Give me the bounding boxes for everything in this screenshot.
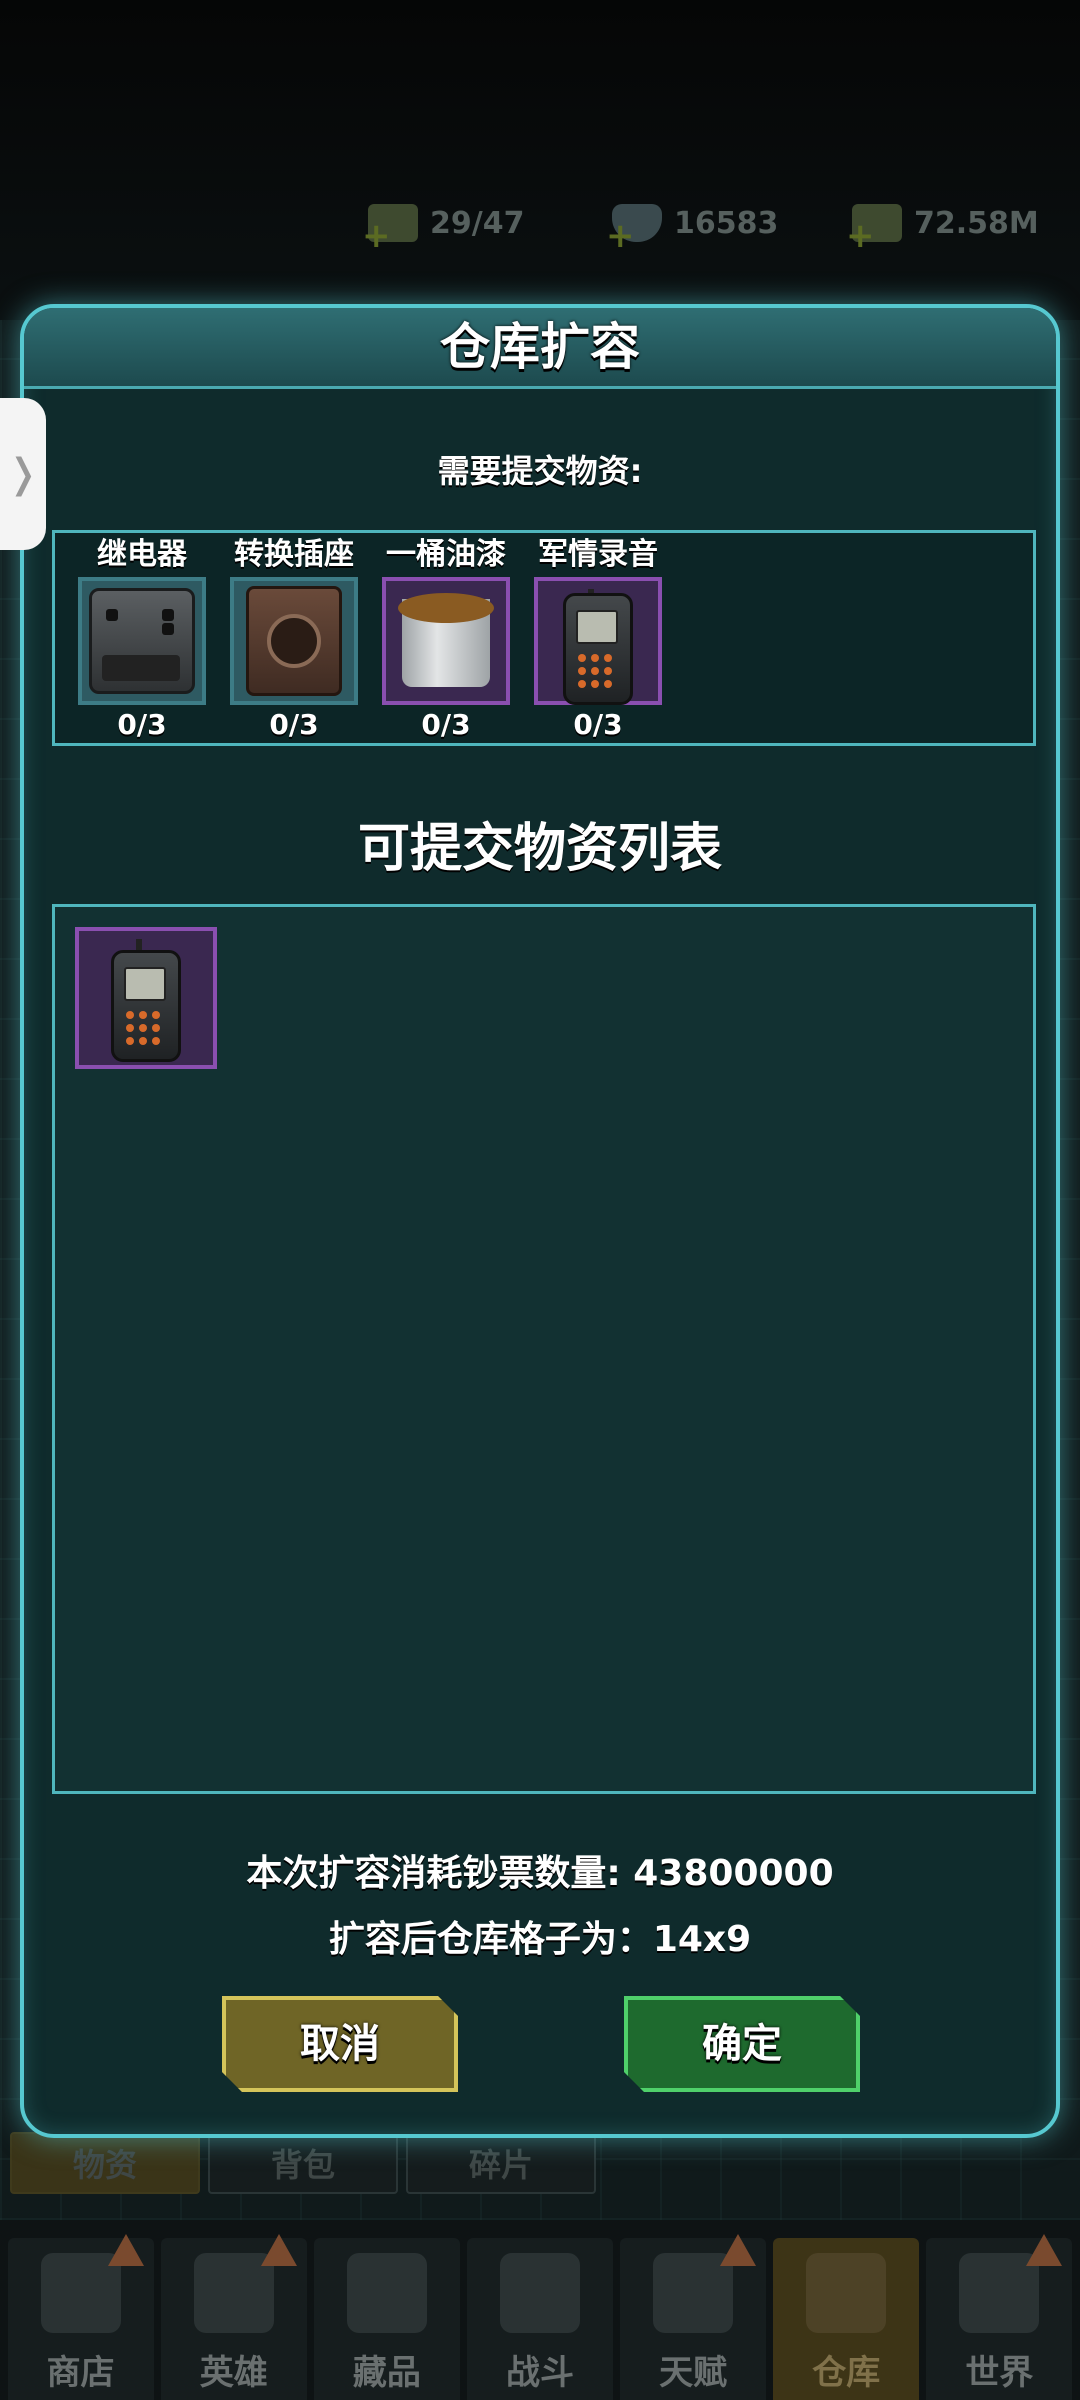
nav-collection[interactable]: 藏品 <box>313 2238 460 2400</box>
nav-hero[interactable]: 英雄 <box>160 2234 307 2400</box>
item-slot <box>78 577 206 705</box>
diamond-icon <box>606 204 662 256</box>
nav-label: 藏品 <box>352 2353 421 2393</box>
rifle-icon <box>499 2253 580 2333</box>
nav-warehouse[interactable]: 仓库 <box>773 2238 920 2400</box>
alert-icon <box>1026 2234 1063 2266</box>
required-materials-label: 需要提交物资: <box>437 452 643 490</box>
nav-talent[interactable]: 天赋 <box>620 2234 767 2400</box>
cancel-button[interactable]: 取消 <box>222 1996 458 2092</box>
item-count: 0/3 <box>269 708 319 741</box>
top-bar-background <box>0 0 1080 320</box>
tab-supplies[interactable]: 物资 <box>10 2132 200 2194</box>
available-materials-list[interactable] <box>52 904 1036 1794</box>
item-slot <box>230 577 358 705</box>
available-list-title: 可提交物资列表 <box>357 819 722 879</box>
nav-shop[interactable]: 商店 <box>7 2234 154 2400</box>
resource-cash-stack[interactable]: 29/47 <box>362 196 525 256</box>
confirm-button[interactable]: 确定 <box>624 1996 860 2092</box>
resource-money[interactable]: 72.58M <box>846 196 1039 256</box>
resource-value: 29/47 <box>430 205 525 241</box>
tab-fragments[interactable]: 碎片 <box>406 2132 596 2194</box>
item-slot <box>534 577 662 705</box>
money-icon <box>846 204 902 256</box>
dialog-title: 仓库扩容 <box>440 318 640 376</box>
tab-backpack[interactable]: 背包 <box>208 2132 398 2194</box>
alert-icon <box>720 2234 757 2266</box>
expansion-cost-text: 本次扩容消耗钞票数量: 43800000 <box>246 1853 834 1894</box>
item-count: 0/3 <box>421 708 471 741</box>
alert-icon <box>107 2234 144 2266</box>
item-count: 0/3 <box>117 708 167 741</box>
item-name: 转换插座 <box>234 537 354 572</box>
nav-label: 世界 <box>965 2353 1034 2393</box>
nav-label: 战斗 <box>505 2353 574 2393</box>
bottom-navigation: 商店 英雄 藏品 战斗 天赋 仓库 世界 <box>0 2220 1080 2400</box>
chevron-right-icon: ❭ <box>6 451 40 497</box>
side-drawer-handle[interactable]: ❭ <box>0 398 46 550</box>
resource-value: 16583 <box>674 205 779 241</box>
collection-flame-icon <box>346 2253 427 2333</box>
required-item[interactable]: 转换插座 0/3 <box>219 533 369 745</box>
item-name: 军情录音 <box>538 537 658 572</box>
paint-bucket-icon <box>398 589 494 693</box>
required-item[interactable]: 军情录音 0/3 <box>523 533 673 745</box>
nav-battle[interactable]: 战斗 <box>466 2238 613 2400</box>
warehouse-box-icon <box>806 2253 887 2333</box>
radio-recorder-icon <box>563 593 633 705</box>
required-item[interactable]: 继电器 0/3 <box>67 533 217 745</box>
background-tab-bar: 物资 背包 碎片 <box>10 2132 596 2194</box>
radio-recorder-icon <box>111 950 181 1062</box>
resource-value: 72.58M <box>914 205 1039 241</box>
relay-icon <box>89 588 195 694</box>
nav-world[interactable]: 世界 <box>926 2234 1073 2400</box>
nav-label: 天赋 <box>659 2353 728 2393</box>
nav-label: 仓库 <box>812 2353 881 2393</box>
item-count: 0/3 <box>573 708 623 741</box>
item-name: 继电器 <box>97 537 187 572</box>
resource-diamond[interactable]: 16583 <box>606 196 779 256</box>
alert-icon <box>260 2234 297 2266</box>
cash-stack-icon <box>362 204 418 256</box>
item-slot <box>382 577 510 705</box>
warehouse-expand-dialog: 仓库扩容 需要提交物资: 继电器 0/3 转换插座 0/3 一桶油漆 0/3 军… <box>20 304 1060 2138</box>
available-item[interactable] <box>75 927 217 1069</box>
item-name: 一桶油漆 <box>386 537 506 572</box>
nav-label: 英雄 <box>199 2353 268 2393</box>
required-item[interactable]: 一桶油漆 0/3 <box>371 533 521 745</box>
socket-icon <box>246 586 342 696</box>
expansion-result-text: 扩容后仓库格子为：14x9 <box>328 1919 752 1960</box>
required-materials-panel: 继电器 0/3 转换插座 0/3 一桶油漆 0/3 军情录音 0/3 <box>52 530 1036 746</box>
nav-label: 商店 <box>46 2353 115 2393</box>
